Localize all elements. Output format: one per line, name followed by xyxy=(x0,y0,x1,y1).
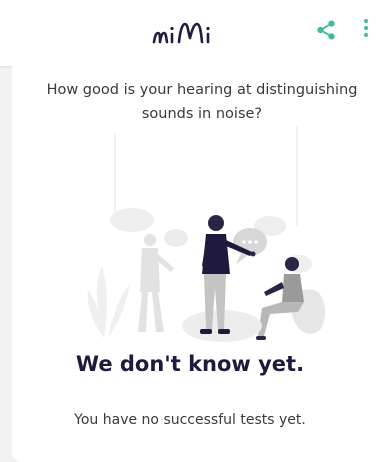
result-headline: We don't know yet. xyxy=(75,352,305,376)
more-options-button[interactable] xyxy=(356,14,376,42)
share-icon xyxy=(317,20,335,40)
hearing-result-card: How good is your hearing at distinguishi… xyxy=(12,66,380,462)
more-vertical-icon xyxy=(364,19,368,37)
top-app-bar xyxy=(0,0,380,66)
app-root: How good is your hearing at distinguishi… xyxy=(0,0,380,462)
mimi-logo-mark xyxy=(152,22,210,44)
people-conversation-illustration xyxy=(87,126,326,342)
result-subtext: You have no successful tests yet. xyxy=(74,412,306,428)
share-button[interactable] xyxy=(312,16,340,44)
